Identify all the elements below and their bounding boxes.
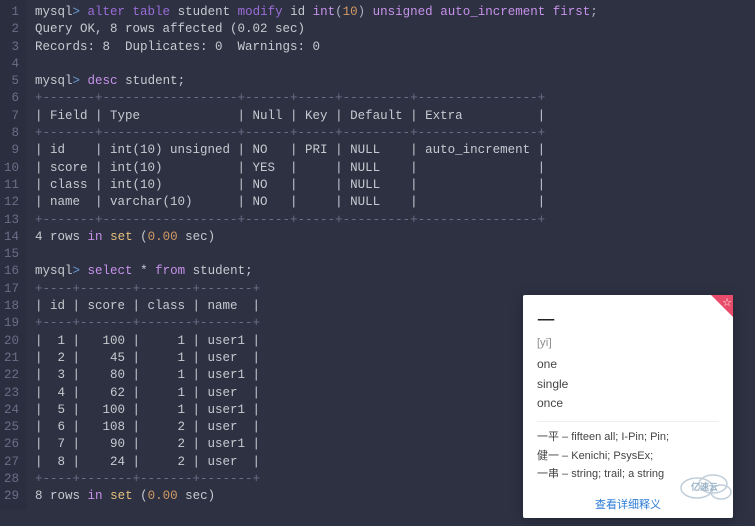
line-number: 7 (4, 108, 19, 125)
favorite-star-icon[interactable] (711, 295, 733, 317)
code-line: Query OK, 8 rows affected (0.02 sec) (35, 21, 755, 38)
line-number: 12 (4, 194, 19, 211)
line-number: 13 (4, 212, 19, 229)
code-line: | score | int(10) | YES | | NULL | | (35, 160, 755, 177)
line-number: 4 (4, 56, 19, 73)
line-number: 16 (4, 263, 19, 280)
dictionary-definitions: onesingleonce (537, 355, 719, 413)
line-number: 1 (4, 4, 19, 21)
dictionary-definition-item: single (537, 375, 719, 394)
code-line: | name | varchar(10) | NO | | NULL | | (35, 194, 755, 211)
watermark-logo: 亿速云 (669, 462, 741, 506)
code-line: +-------+------------------+------+-----… (35, 212, 755, 229)
code-line (35, 246, 755, 263)
line-number: 17 (4, 281, 19, 298)
line-number: 5 (4, 73, 19, 90)
code-line (35, 56, 755, 73)
code-line: | id | int(10) unsigned | NO | PRI | NUL… (35, 142, 755, 159)
line-number: 21 (4, 350, 19, 367)
code-line: +-------+------------------+------+-----… (35, 125, 755, 142)
line-number: 9 (4, 142, 19, 159)
divider (537, 421, 719, 422)
line-number: 18 (4, 298, 19, 315)
dictionary-definition-item: one (537, 355, 719, 374)
line-number: 11 (4, 177, 19, 194)
code-line: Records: 8 Duplicates: 0 Warnings: 0 (35, 39, 755, 56)
code-line: +-------+------------------+------+-----… (35, 90, 755, 107)
dictionary-pronunciation: [yī] (537, 337, 719, 349)
watermark-text: 亿速云 (691, 481, 718, 492)
line-number: 3 (4, 39, 19, 56)
line-number: 2 (4, 21, 19, 38)
dictionary-compound-item: 一平 – fifteen all; I-Pin; Pin; (537, 428, 719, 447)
code-line: | Field | Type | Null | Key | Default | … (35, 108, 755, 125)
line-number: 27 (4, 454, 19, 471)
code-line: | class | int(10) | NO | | NULL | | (35, 177, 755, 194)
dictionary-headword: 一 (537, 307, 719, 333)
line-number: 29 (4, 488, 19, 505)
code-line: mysql> desc student; (35, 73, 755, 90)
code-line: mysql> alter table student modify id int… (35, 4, 755, 21)
line-number: 28 (4, 471, 19, 488)
line-number: 19 (4, 315, 19, 332)
dictionary-definition-item: once (537, 394, 719, 413)
line-number: 25 (4, 419, 19, 436)
line-number: 15 (4, 246, 19, 263)
line-number: 23 (4, 385, 19, 402)
line-number: 22 (4, 367, 19, 384)
line-number: 24 (4, 402, 19, 419)
line-number: 10 (4, 160, 19, 177)
code-line: 4 rows in set (0.00 sec) (35, 229, 755, 246)
line-number: 20 (4, 333, 19, 350)
line-number-gutter: 1234567891011121314151617181920212223242… (0, 0, 27, 510)
code-line: mysql> select * from student; (35, 263, 755, 280)
line-number: 26 (4, 436, 19, 453)
line-number: 8 (4, 125, 19, 142)
line-number: 14 (4, 229, 19, 246)
line-number: 6 (4, 90, 19, 107)
